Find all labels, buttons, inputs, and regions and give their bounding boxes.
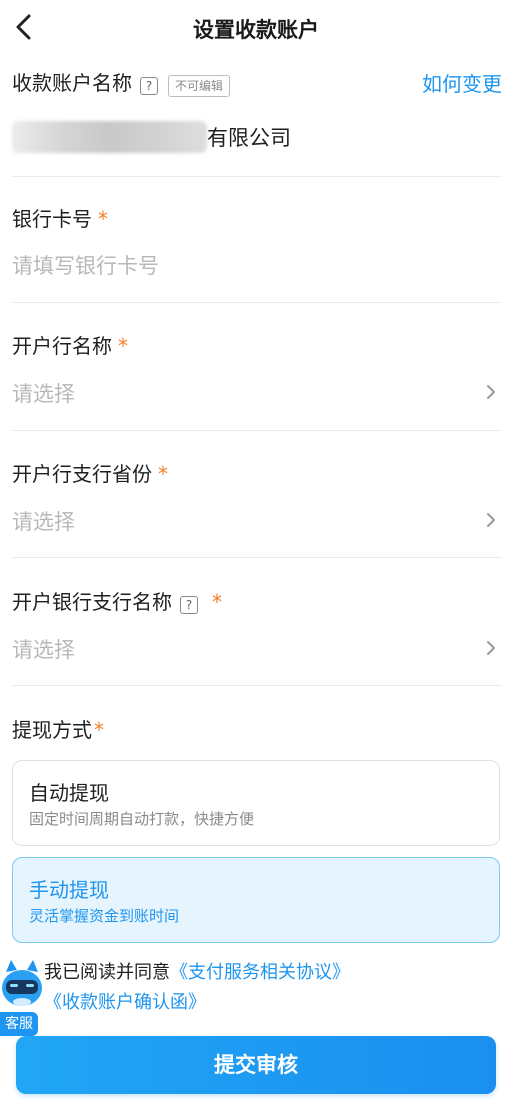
customer-service-button[interactable]: 客服 <box>0 1012 38 1036</box>
divider <box>12 557 502 558</box>
page-title: 设置收款账户 <box>193 18 319 42</box>
chevron-right-icon[interactable] <box>486 512 496 528</box>
chevron-right-icon[interactable] <box>486 384 496 400</box>
help-icon[interactable]: ? <box>140 76 158 95</box>
withdraw-label: 提现方式 <box>12 718 92 742</box>
option-desc: 固定时间周期自动打款，快捷方便 <box>29 810 255 828</box>
not-editable-tag: 不可编辑 <box>168 74 231 97</box>
account-confirmation-link[interactable]: 《收款账户确认函》 <box>44 992 206 1013</box>
bank-name-label: 开户行名称 <box>12 334 112 358</box>
bank-card-label: 银行卡号 <box>12 207 92 231</box>
divider <box>12 685 502 686</box>
auto-withdraw-option[interactable]: 自动提现 固定时间周期自动打款，快捷方便 <box>12 760 500 846</box>
customer-service-mascot-icon[interactable] <box>0 958 44 1010</box>
required-mark: * <box>212 590 222 614</box>
account-name-row: 收款账户名称? 不可编辑 <box>12 67 231 97</box>
agreement-prefix: 我已阅读并同意 <box>44 962 170 983</box>
bank-province-label-row: 开户行支行省份 * <box>12 458 168 487</box>
account-name-label: 收款账户名称 <box>12 71 132 95</box>
redacted-company-name <box>12 121 207 153</box>
branch-name-select[interactable]: 请选择 <box>12 634 432 664</box>
bank-province-label: 开户行支行省份 <box>12 462 152 486</box>
bank-card-label-row: 银行卡号 * <box>12 203 108 232</box>
chevron-right-icon[interactable] <box>486 640 496 656</box>
required-mark: * <box>118 334 128 358</box>
divider <box>12 302 502 303</box>
help-icon[interactable]: ? <box>180 595 198 614</box>
option-desc: 灵活掌握资金到账时间 <box>29 907 180 925</box>
manual-withdraw-option[interactable]: 手动提现 灵活掌握资金到账时间 <box>12 857 500 943</box>
divider <box>12 430 502 431</box>
bank-province-select[interactable]: 请选择 <box>12 506 432 536</box>
required-mark: * <box>94 718 104 742</box>
option-title: 自动提现 <box>29 781 109 805</box>
required-mark: * <box>158 462 168 486</box>
bank-card-input[interactable]: 请填写银行卡号 <box>12 250 492 280</box>
bank-name-select[interactable]: 请选择 <box>12 378 432 408</box>
bank-name-label-row: 开户行名称 * <box>12 330 128 359</box>
company-name-suffix: 有限公司 <box>207 126 291 150</box>
payment-agreement-link[interactable]: 《支付服务相关协议》 <box>170 962 350 983</box>
submit-review-button[interactable]: 提交审核 <box>16 1036 496 1094</box>
divider <box>12 176 502 177</box>
branch-name-label: 开户银行支行名称 <box>12 590 172 614</box>
branch-name-label-row: 开户银行支行名称? * <box>12 586 222 615</box>
withdraw-label-row: 提现方式 * <box>12 714 104 743</box>
how-to-change-link[interactable]: 如何变更 <box>422 68 502 97</box>
agreement-text: 我已阅读并同意《支付服务相关协议》《收款账户确认函》 <box>44 958 494 1018</box>
required-mark: * <box>98 207 108 231</box>
option-title: 手动提现 <box>29 878 109 902</box>
